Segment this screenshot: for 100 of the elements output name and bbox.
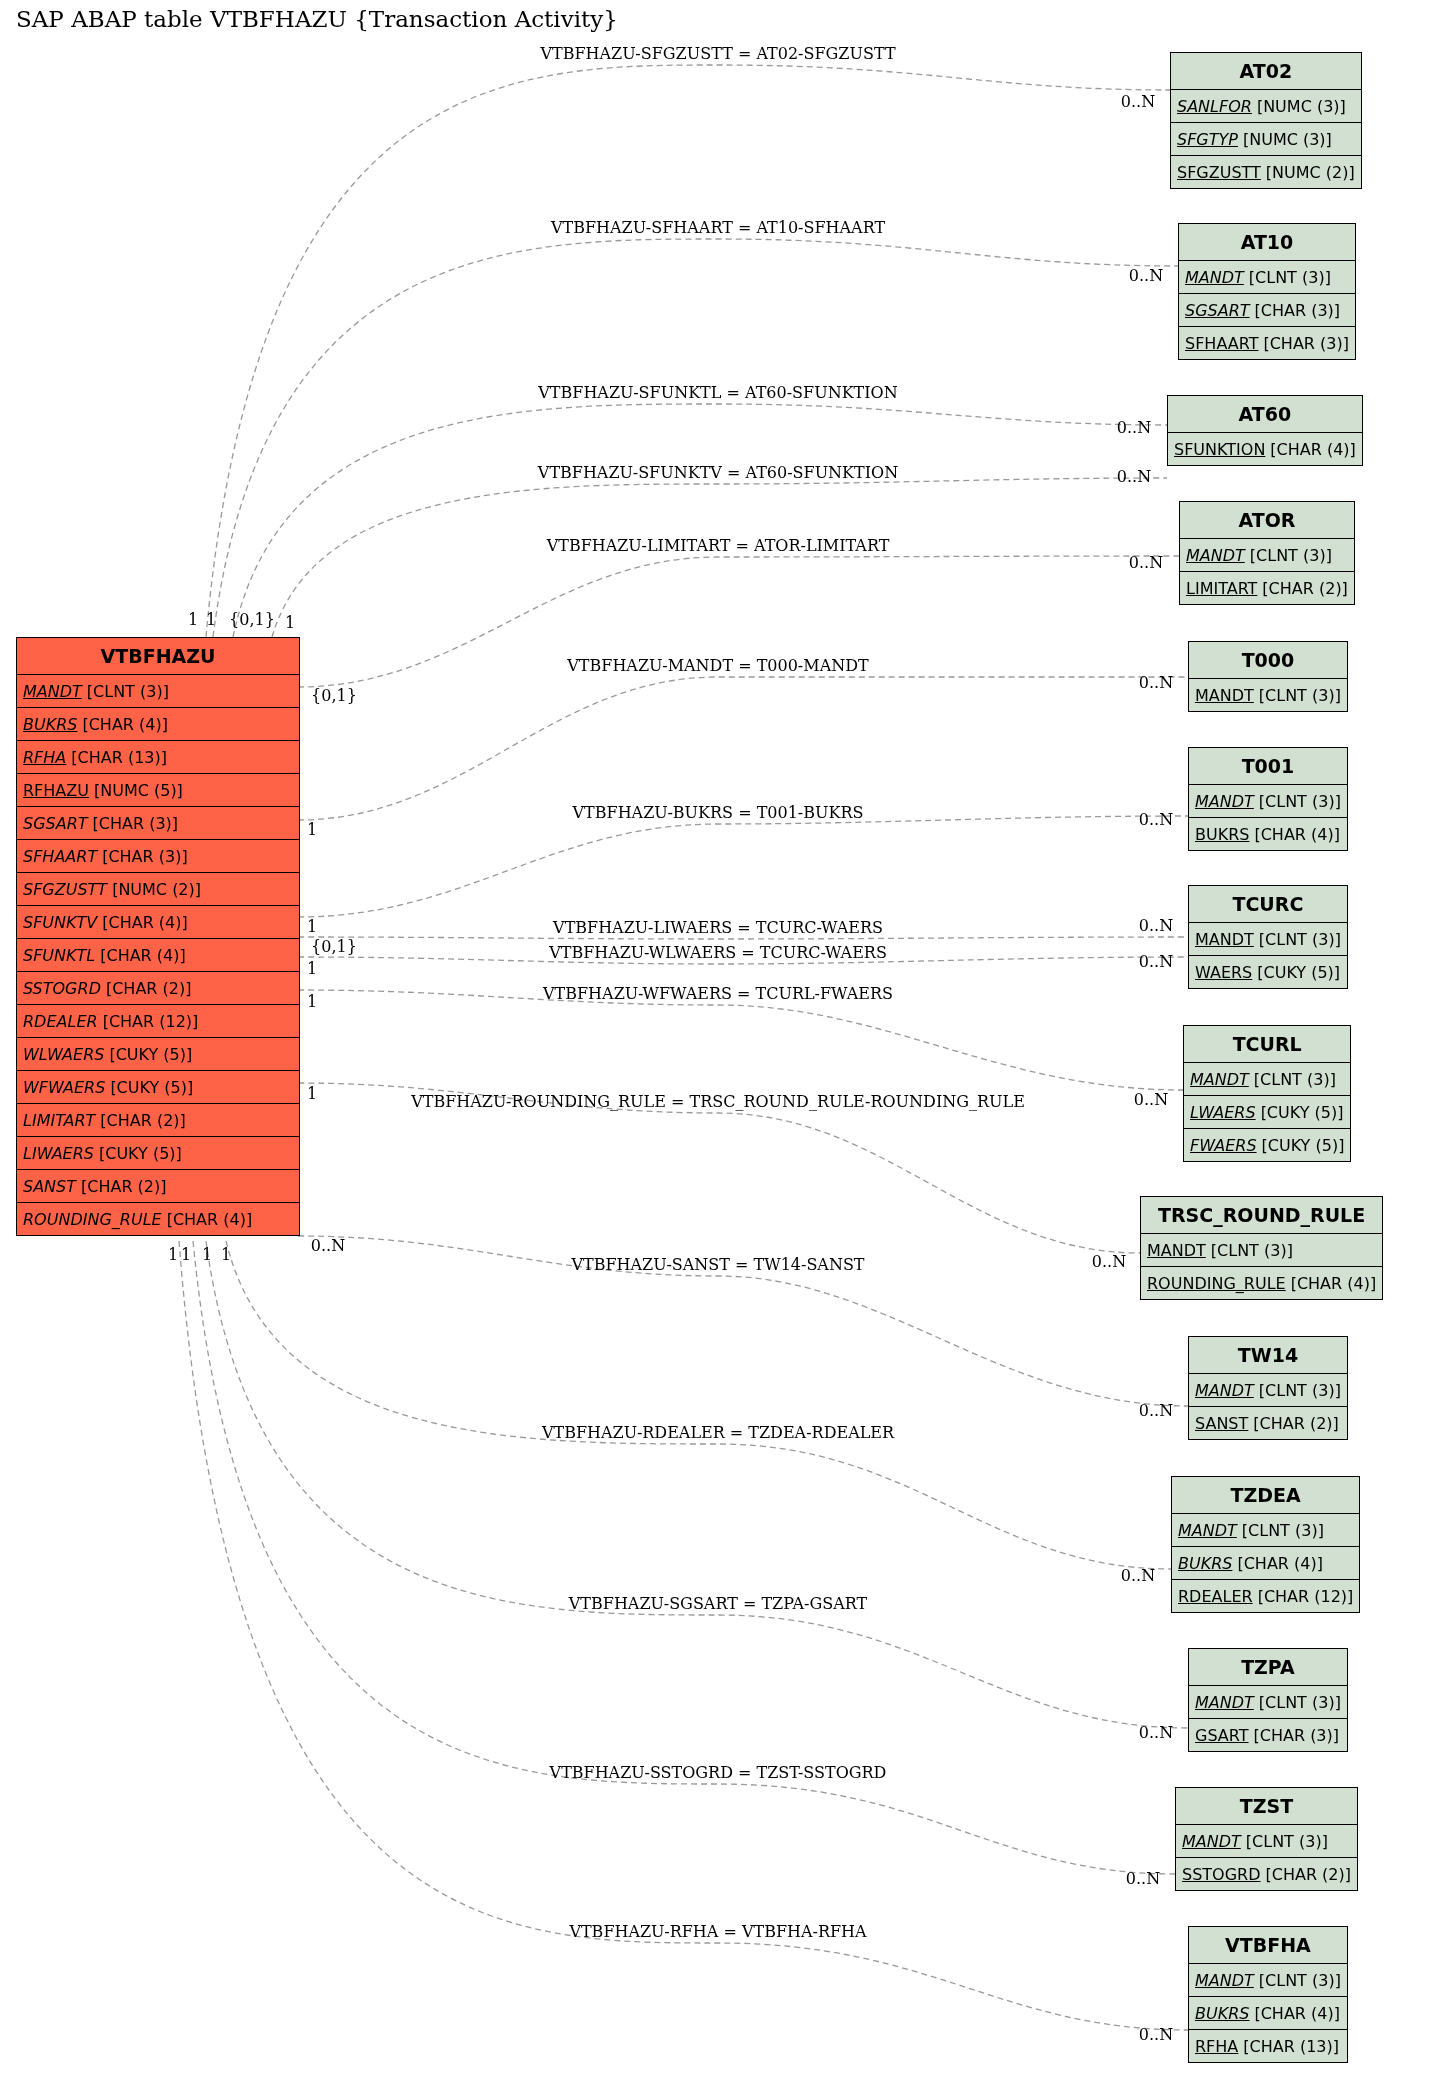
relationship-label: VTBFHAZU-SGSART = TZPA-GSART <box>568 1593 868 1613</box>
relationship-label: VTBFHAZU-BUKRS = T001-BUKRS <box>572 802 864 822</box>
table-field: SFUNKTION [CHAR (4)] <box>1168 432 1362 465</box>
cardinality-label: {0,1} <box>229 609 275 629</box>
table-field: BUKRS [CHAR (4)] <box>1189 1996 1347 2029</box>
cardinality-label: 1 <box>306 819 318 839</box>
table-name: TW14 <box>1236 1343 1300 1368</box>
relationship-label: VTBFHAZU-SFUNKTV = AT60-SFUNKTION <box>537 462 899 482</box>
table-name: TZST <box>1238 1794 1295 1819</box>
table-name: VTBFHA <box>1224 1933 1312 1958</box>
cardinality-label: 1 <box>220 1244 232 1264</box>
table-name: AT10 <box>1239 230 1295 255</box>
table-field: MANDT [CLNT (3)] <box>1179 260 1355 293</box>
table-field: MANDT [CLNT (3)] <box>1189 1685 1347 1718</box>
relationship-label: VTBFHAZU-SFGZUSTT = AT02-SFGZUSTT <box>540 43 896 63</box>
table-field: MANDT [CLNT (3)] <box>1180 538 1354 571</box>
table-field: RDEALER [CHAR (12)] <box>17 1004 299 1037</box>
table-field: MANDT [CLNT (3)] <box>1189 922 1347 955</box>
table-field: FWAERS [CUKY (5)] <box>1184 1128 1351 1161</box>
table-field: MANDT [CLNT (3)] <box>1189 784 1347 817</box>
table-name: VTBFHAZU <box>99 644 217 669</box>
cardinality-label: 1 <box>167 1244 179 1264</box>
table-field: MANDT [CLNT (3)] <box>1189 1373 1347 1406</box>
table-field: LIMITART [CHAR (2)] <box>17 1103 299 1136</box>
relationship-label: VTBFHAZU-ROUNDING_RULE = TRSC_ROUND_RULE-ROUNDING_RULE <box>411 1091 1025 1111</box>
cardinality-label: 1 <box>201 1244 213 1264</box>
table-field: SFHAART [CHAR (3)] <box>17 839 299 872</box>
table-field: MANDT [CLNT (3)] <box>1172 1513 1360 1546</box>
table-field: ROUNDING_RULE [CHAR (4)] <box>17 1202 299 1235</box>
table-field: SGSART [CHAR (3)] <box>17 806 299 839</box>
table-field: MANDT [CLNT (3)] <box>1184 1062 1351 1095</box>
cardinality-label: 1 <box>180 1244 192 1264</box>
table-field: MANDT [CLNT (3)] <box>1141 1233 1383 1266</box>
table-name: ATOR <box>1237 508 1297 533</box>
cardinality-label: 0..N <box>1138 915 1174 935</box>
table-field: SANLFOR [NUMC (3)] <box>1171 89 1361 122</box>
table-field: WLWAERS [CUKY (5)] <box>17 1037 299 1070</box>
table-name: T000 <box>1240 648 1296 673</box>
table-name: TCURL <box>1231 1032 1303 1057</box>
cardinality-label: 0..N <box>1133 1089 1169 1109</box>
table-field: LIMITART [CHAR (2)] <box>1180 571 1354 604</box>
cardinality-label: 1 <box>187 609 199 629</box>
table-field: LIWAERS [CUKY (5)] <box>17 1136 299 1169</box>
relationship-label: VTBFHAZU-RFHA = VTBFHA-RFHA <box>569 1921 867 1941</box>
table-field: RFHAZU [NUMC (5)] <box>17 773 299 806</box>
cardinality-label: {0,1} <box>311 936 357 956</box>
table-field: SANST [CHAR (2)] <box>1189 1406 1347 1439</box>
table-field: ROUNDING_RULE [CHAR (4)] <box>1141 1266 1383 1299</box>
relationship-label: VTBFHAZU-MANDT = T000-MANDT <box>567 655 869 675</box>
cardinality-label: 1 <box>306 916 318 936</box>
cardinality-label: 0..N <box>1120 91 1156 111</box>
table-field: BUKRS [CHAR (4)] <box>1189 817 1347 850</box>
cardinality-label: {0,1} <box>311 685 357 705</box>
cardinality-label: 1 <box>306 958 318 978</box>
cardinality-label: 0..N <box>1138 2024 1174 2044</box>
cardinality-label: 0..N <box>1120 1565 1156 1585</box>
cardinality-label: 0..N <box>1116 466 1152 486</box>
cardinality-label: 1 <box>306 1083 318 1103</box>
relationship-label: VTBFHAZU-SFHAART = AT10-SFHAART <box>550 217 886 237</box>
cardinality-label: 0..N <box>1128 552 1164 572</box>
table-field: SSTOGRD [CHAR (2)] <box>17 971 299 1004</box>
table-name: AT60 <box>1237 402 1293 427</box>
table-field: SANST [CHAR (2)] <box>17 1169 299 1202</box>
relationship-label: VTBFHAZU-LIMITART = ATOR-LIMITART <box>546 535 890 555</box>
table-field: LWAERS [CUKY (5)] <box>1184 1095 1351 1128</box>
table-field: BUKRS [CHAR (4)] <box>17 707 299 740</box>
cardinality-label: 0..N <box>310 1235 346 1255</box>
table-field: MANDT [CLNT (3)] <box>1189 1963 1347 1996</box>
cardinality-label: 1 <box>306 991 318 1011</box>
table-name: TZDEA <box>1229 1483 1302 1508</box>
table-field: MANDT [CLNT (3)] <box>17 674 299 707</box>
table-field: SFUNKTV [CHAR (4)] <box>17 905 299 938</box>
table-field: SGSART [CHAR (3)] <box>1179 293 1355 326</box>
table-name: AT02 <box>1238 59 1294 84</box>
relationship-label: VTBFHAZU-WFWAERS = TCURL-FWAERS <box>543 983 893 1003</box>
table-name: T001 <box>1240 754 1296 779</box>
table-name: TRSC_ROUND_RULE <box>1156 1203 1367 1229</box>
cardinality-label: 0..N <box>1116 417 1152 437</box>
table-field: WAERS [CUKY (5)] <box>1189 955 1347 988</box>
table-field: SFHAART [CHAR (3)] <box>1179 326 1355 359</box>
relationship-label: VTBFHAZU-LIWAERS = TCURC-WAERS <box>553 917 883 937</box>
relationship-label: VTBFHAZU-WLWAERS = TCURC-WAERS <box>549 942 887 962</box>
cardinality-label: 0..N <box>1125 1868 1161 1888</box>
cardinality-label: 0..N <box>1138 809 1174 829</box>
cardinality-label: 0..N <box>1128 265 1164 285</box>
table-field: SSTOGRD [CHAR (2)] <box>1176 1857 1357 1890</box>
relationship-label: VTBFHAZU-SANST = TW14-SANST <box>571 1254 865 1274</box>
table-field: BUKRS [CHAR (4)] <box>1172 1546 1360 1579</box>
table-field: MANDT [CLNT (3)] <box>1176 1824 1357 1857</box>
table-name: TZPA <box>1240 1655 1296 1680</box>
diagram-title: SAP ABAP table VTBFHAZU {Transaction Activity} <box>16 6 618 32</box>
table-field: RFHA [CHAR (13)] <box>1189 2029 1347 2062</box>
cardinality-label: 0..N <box>1091 1251 1127 1271</box>
table-field: SFGTYP [NUMC (3)] <box>1171 122 1361 155</box>
relationship-label: VTBFHAZU-SSTOGRD = TZST-SSTOGRD <box>549 1762 887 1782</box>
table-field: SFGZUSTT [NUMC (2)] <box>1171 155 1361 188</box>
table-field: RFHA [CHAR (13)] <box>17 740 299 773</box>
cardinality-label: 1 <box>284 612 296 632</box>
cardinality-label: 0..N <box>1138 1722 1174 1742</box>
table-field: RDEALER [CHAR (12)] <box>1172 1579 1360 1612</box>
